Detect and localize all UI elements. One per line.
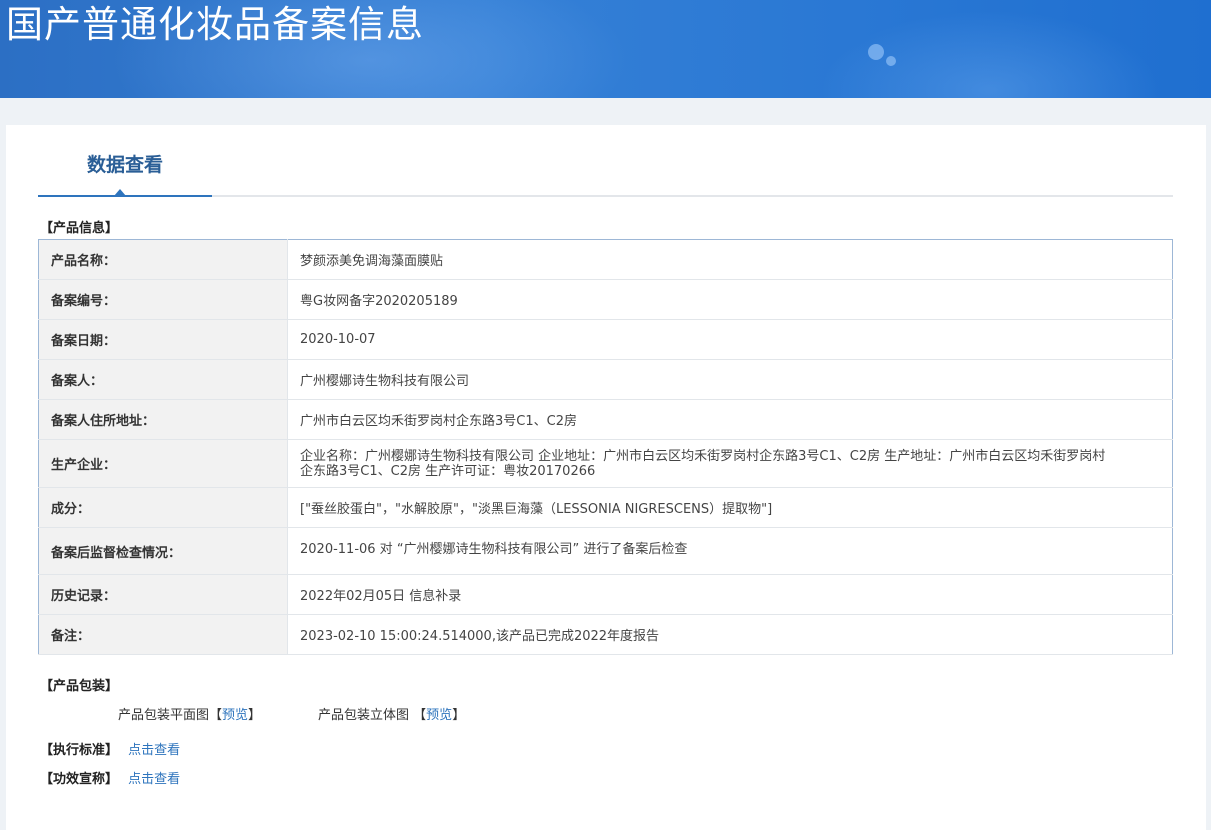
tab-bar: 数据查看	[38, 125, 1173, 197]
manufacturer-text: 企业名称：广州樱娜诗生物科技有限公司 企业地址：广州市白云区均禾街罗岗村企东路3…	[300, 448, 1106, 479]
table-row: 备案后监督检查情况： 2020-11-06 对 “广州樱娜诗生物科技有限公司” …	[38, 527, 1173, 575]
page-banner: 国产普通化妆品备案信息	[0, 0, 1211, 98]
section-title-efficacy: 【功效宣称】	[40, 772, 119, 787]
row-label-product-name: 产品名称：	[38, 239, 288, 280]
bracket: 【	[413, 708, 427, 723]
row-label-record-date: 备案日期：	[38, 319, 288, 360]
table-row: 生产企业： 企业名称：广州樱娜诗生物科技有限公司 企业地址：广州市白云区均禾街罗…	[38, 439, 1173, 488]
table-row: 历史记录： 2022年02月05日 信息补录	[38, 574, 1173, 615]
product-info-table: 产品名称： 梦颜添美免调海藻面膜贴 备案编号： 粤G妆网备字2020205189…	[38, 239, 1173, 655]
row-label-registrant-address: 备案人住所地址：	[38, 399, 288, 440]
standard-row: 【执行标准】 点击查看	[40, 742, 180, 760]
row-value-record-number: 粤G妆网备字2020205189	[287, 279, 1173, 320]
row-value-remarks: 2023-02-10 15:00:24.514000,该产品已完成2022年度报…	[287, 614, 1173, 655]
main-panel: 数据查看 【产品信息】 产品名称： 梦颜添美免调海藻面膜贴 备案编号： 粤G妆网…	[6, 125, 1206, 830]
row-label-record-number: 备案编号：	[38, 279, 288, 320]
table-row: 成分： ["蚕丝胶蛋白"，"水解胶原"，"淡黑巨海藻（LESSONIA NIGR…	[38, 487, 1173, 528]
row-value-ingredients: ["蚕丝胶蛋白"，"水解胶原"，"淡黑巨海藻（LESSONIA NIGRESCE…	[287, 487, 1173, 528]
section-title-standard: 【执行标准】	[40, 743, 119, 758]
packaging-3d-preview-link[interactable]: 预览	[426, 708, 452, 723]
row-value-inspection: 2020-11-06 对 “广州樱娜诗生物科技有限公司” 进行了备案后检查	[287, 527, 1173, 575]
row-value-record-date: 2020-10-07	[287, 319, 1173, 360]
efficacy-view-link[interactable]: 点击查看	[128, 772, 180, 787]
row-label-registrant: 备案人：	[38, 359, 288, 400]
row-value-manufacturer: 企业名称：广州樱娜诗生物科技有限公司 企业地址：广州市白云区均禾街罗岗村企东路3…	[287, 439, 1173, 488]
row-label-ingredients: 成分：	[38, 487, 288, 528]
table-row: 产品名称： 梦颜添美免调海藻面膜贴	[38, 239, 1173, 280]
row-value-registrant-address: 广州市白云区均禾街罗岗村企东路3号C1、C2房	[287, 399, 1173, 440]
page-title: 国产普通化妆品备案信息	[6, 3, 424, 46]
packaging-flat-item: 产品包装平面图【预览】	[118, 707, 261, 725]
tab-data-view[interactable]: 数据查看	[38, 125, 212, 197]
table-row: 备案日期： 2020-10-07	[38, 319, 1173, 360]
bracket: 】	[452, 708, 466, 723]
row-value-registrant: 广州樱娜诗生物科技有限公司	[287, 359, 1173, 400]
table-row: 备案编号： 粤G妆网备字2020205189	[38, 279, 1173, 320]
efficacy-row: 【功效宣称】 点击查看	[40, 771, 180, 789]
banner-decoration-dot	[868, 44, 884, 60]
packaging-flat-label: 产品包装平面图	[118, 708, 210, 723]
banner-decoration-dot	[886, 56, 896, 66]
row-value-history: 2022年02月05日 信息补录	[287, 574, 1173, 615]
row-label-manufacturer: 生产企业：	[38, 439, 288, 488]
packaging-3d-item: 产品包装立体图 【预览】	[318, 707, 465, 725]
packaging-3d-label: 产品包装立体图	[318, 708, 410, 723]
section-title-product-info: 【产品信息】	[40, 221, 119, 236]
row-value-product-name: 梦颜添美免调海藻面膜贴	[287, 239, 1173, 280]
bracket: 【	[209, 708, 223, 723]
row-label-inspection: 备案后监督检查情况：	[38, 527, 288, 575]
table-row: 备注： 2023-02-10 15:00:24.514000,该产品已完成202…	[38, 614, 1173, 655]
row-label-history: 历史记录：	[38, 574, 288, 615]
tab-active-caret-icon	[114, 189, 126, 196]
bracket: 】	[248, 708, 262, 723]
packaging-flat-preview-link[interactable]: 预览	[222, 708, 248, 723]
table-row: 备案人： 广州樱娜诗生物科技有限公司	[38, 359, 1173, 400]
tab-label: 数据查看	[86, 154, 163, 176]
standard-view-link[interactable]: 点击查看	[128, 743, 180, 758]
row-label-remarks: 备注：	[38, 614, 288, 655]
table-row: 备案人住所地址： 广州市白云区均禾街罗岗村企东路3号C1、C2房	[38, 399, 1173, 440]
section-title-packaging: 【产品包装】	[40, 679, 119, 694]
